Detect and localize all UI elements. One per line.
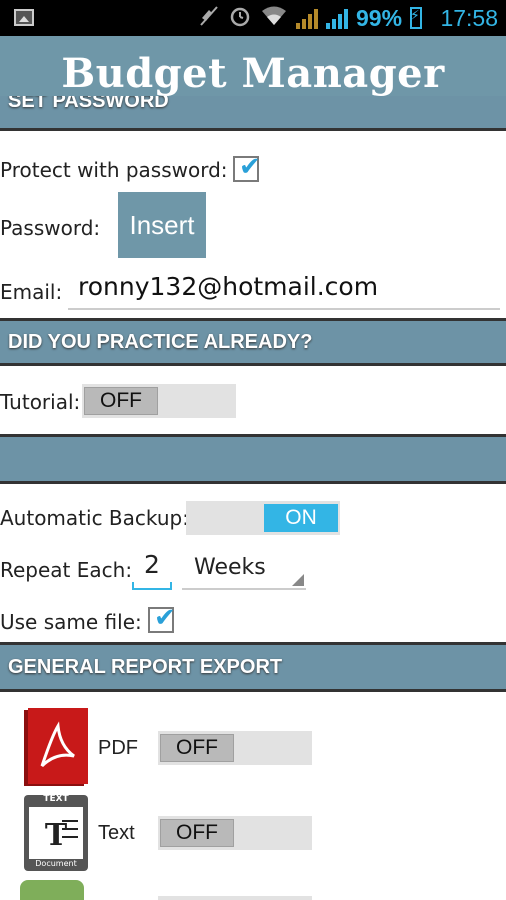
toggle-knob: OFF — [84, 387, 158, 415]
pdf-document-icon — [22, 706, 90, 786]
toggle-knob: OFF — [160, 819, 234, 847]
wifi-icon — [260, 5, 288, 32]
text-document-icon: T TEXT Document — [22, 793, 90, 873]
spreadsheet-document-icon — [20, 880, 84, 900]
picture-icon — [14, 9, 34, 26]
tutorial-label: Tutorial: — [0, 390, 81, 414]
section-header-password: SET PASSWORD — [0, 96, 506, 131]
section-header-backup — [0, 434, 506, 484]
dropdown-arrow-icon — [292, 574, 304, 586]
toggle-knob: OFF — [160, 734, 234, 762]
svg-text:T: T — [45, 818, 68, 853]
protect-password-label: Protect with password: — [0, 158, 228, 182]
repeat-count-input[interactable]: 2 — [132, 550, 172, 590]
toggle-knob: ON — [264, 504, 338, 532]
tutorial-toggle[interactable]: OFF — [82, 384, 236, 418]
email-label: Email: — [0, 280, 63, 304]
repeat-unit-value: Weeks — [194, 555, 266, 580]
section-header-tutorial: DID YOU PRACTICE ALREADY? — [0, 318, 506, 366]
battery-icon — [410, 7, 423, 29]
app-title: Budget Manager — [61, 50, 445, 97]
mute-icon — [198, 4, 220, 33]
alarm-icon — [228, 4, 252, 33]
automatic-backup-toggle[interactable]: ON — [186, 501, 340, 535]
text-icon-bottom: Document — [35, 859, 77, 868]
text-label: Text — [98, 822, 135, 844]
protect-password-checkbox[interactable]: ✔ — [233, 152, 261, 182]
pdf-label: PDF — [98, 737, 138, 759]
pdf-export-toggle[interactable]: OFF — [158, 731, 312, 765]
automatic-backup-label: Automatic Backup: — [0, 506, 189, 530]
insert-password-button[interactable]: Insert — [118, 192, 206, 258]
repeat-each-label: Repeat Each: — [0, 558, 133, 582]
checkmark-icon: ✔ — [239, 152, 261, 182]
status-bar: 99% 17:58 — [0, 0, 506, 36]
signal-icon — [326, 7, 348, 29]
password-label: Password: — [0, 216, 101, 240]
next-export-toggle[interactable] — [158, 896, 312, 900]
status-icons: 99% — [198, 4, 423, 33]
text-export-toggle[interactable]: OFF — [158, 816, 312, 850]
clock: 17:58 — [440, 5, 498, 31]
email-field[interactable]: ronny132@hotmail.com — [68, 272, 500, 310]
checkmark-icon: ✔ — [154, 603, 176, 633]
text-icon-top: TEXT — [43, 794, 69, 804]
section-header-export: GENERAL REPORT EXPORT — [0, 642, 506, 692]
signal-icon — [296, 7, 318, 29]
battery-percent: 99% — [356, 4, 403, 31]
same-file-checkbox[interactable]: ✔ — [148, 603, 176, 633]
repeat-unit-select[interactable]: Weeks — [182, 550, 306, 590]
same-file-label: Use same file: — [0, 610, 142, 634]
